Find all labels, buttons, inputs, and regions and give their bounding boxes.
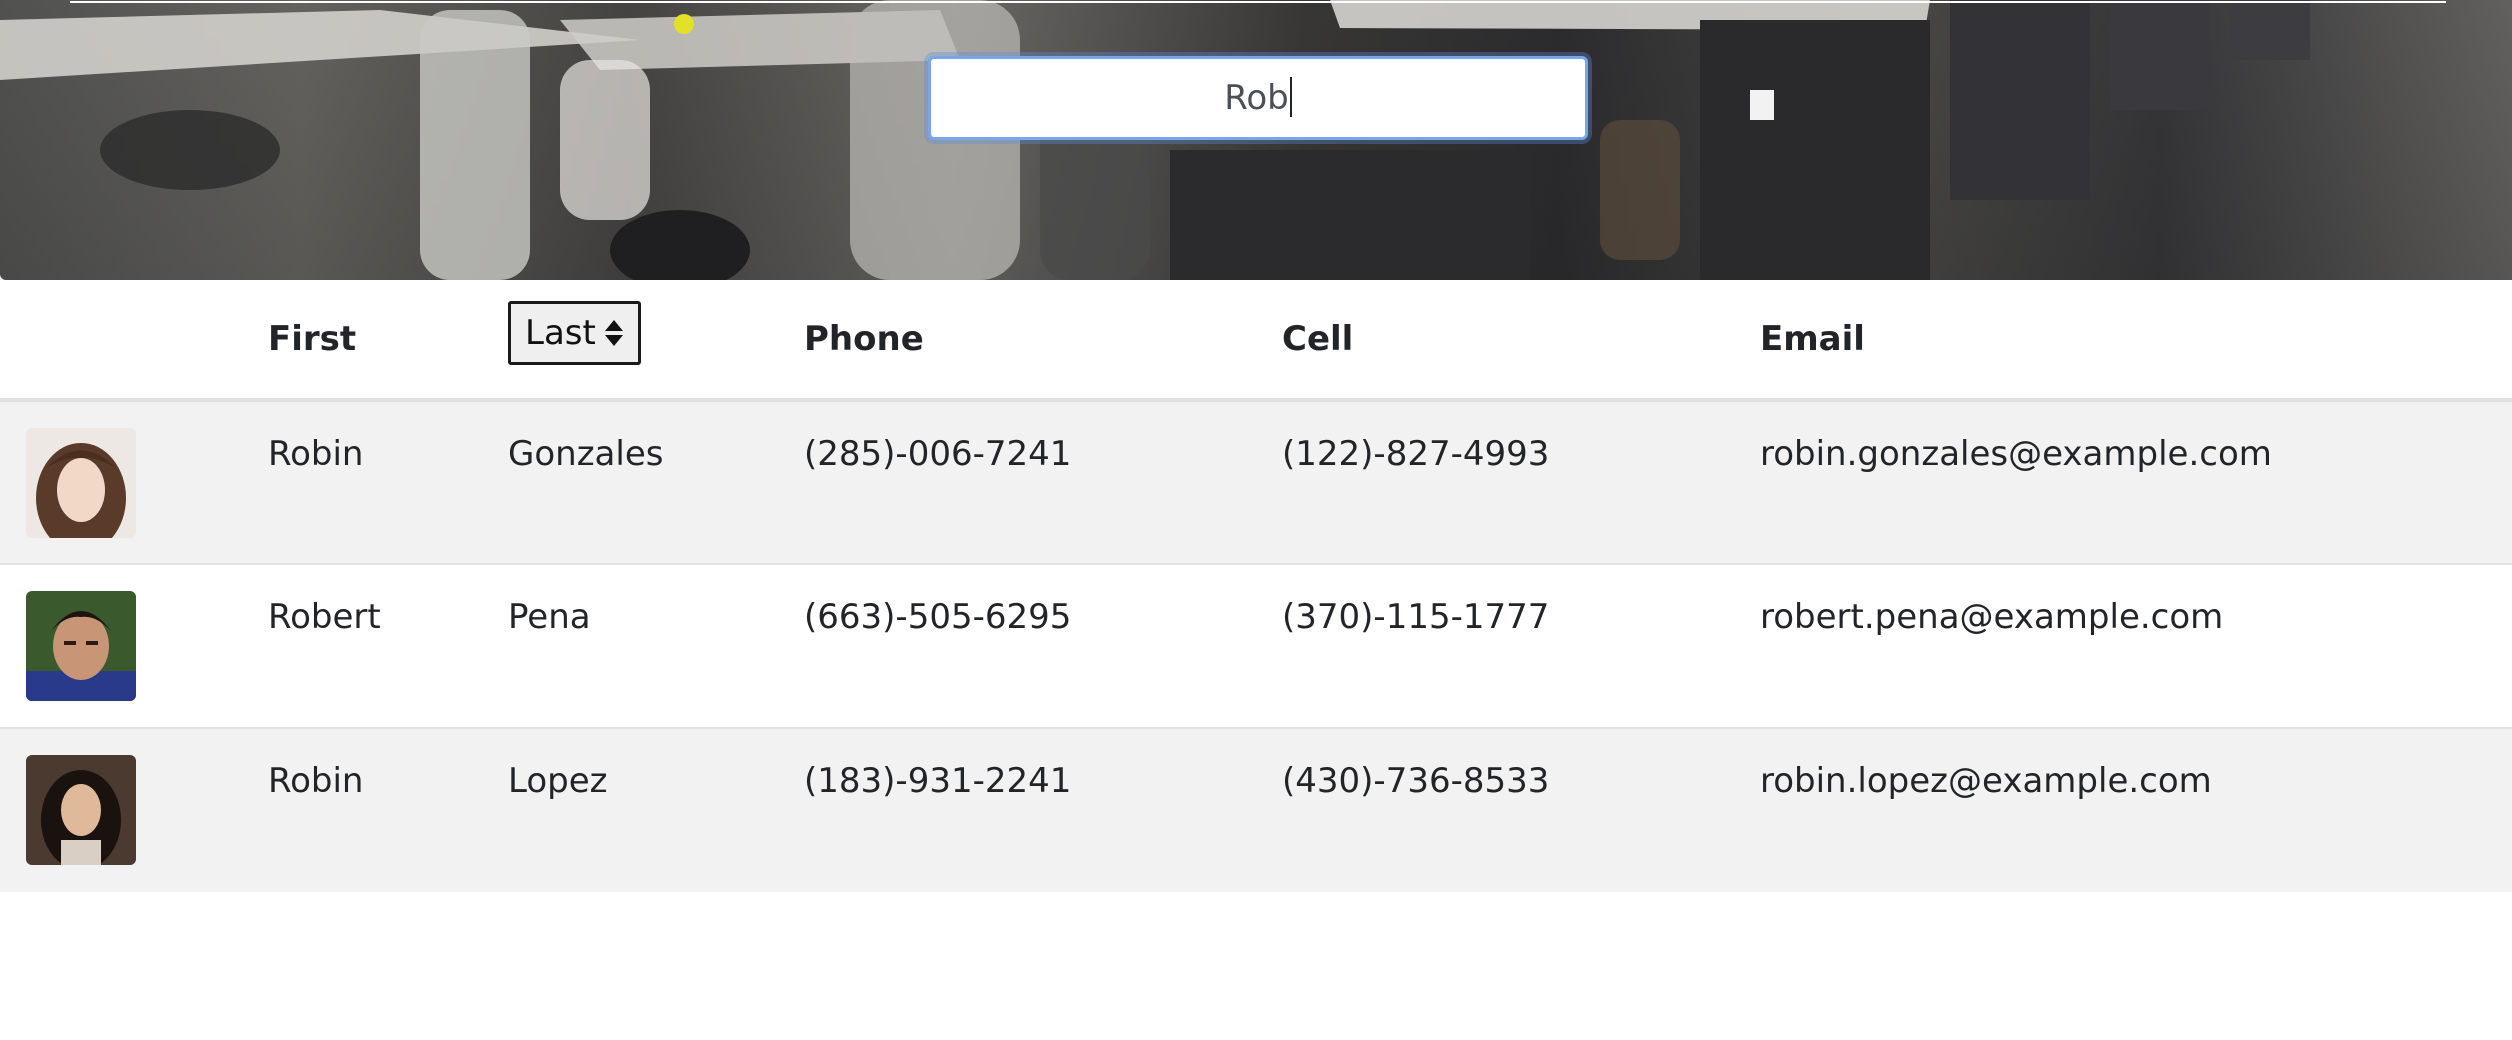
email-cell: robin.lopez@example.com: [1760, 727, 2512, 892]
table-header-row: First Last Phone Cell Email: [0, 280, 2512, 402]
last-name-cell: Gonzales: [508, 399, 804, 564]
last-name-cell: Lopez: [508, 727, 804, 892]
sort-last-button[interactable]: Last: [508, 301, 641, 365]
avatar: [26, 591, 136, 701]
first-name-cell: Robin: [268, 727, 508, 892]
cell-phone-cell: (122)-827-4993: [1282, 399, 1760, 564]
avatar: [26, 428, 136, 538]
office-background-image: [0, 0, 2446, 280]
header-phone: Phone: [804, 280, 1282, 402]
header-first: First: [268, 280, 508, 402]
phone-cell: (183)-931-2241: [804, 727, 1282, 892]
avatar-cell: [0, 399, 268, 564]
email-cell: robert.pena@example.com: [1760, 563, 2512, 728]
sort-last-label: Last: [525, 313, 596, 353]
cell-phone-cell: (430)-736-8533: [1282, 727, 1760, 892]
first-name-cell: Robin: [268, 399, 508, 564]
text-caret: [1289, 76, 1292, 117]
contacts-table: First Last Phone Cell Email Robin Gonzal…: [0, 280, 2512, 892]
last-name-cell: Pena: [508, 563, 804, 728]
search-input-value: Rob: [1224, 78, 1289, 118]
header-email: Email: [1760, 280, 2512, 402]
avatar-cell: [0, 563, 268, 728]
header-banner: Rob: [0, 0, 2512, 280]
header-avatar: [0, 280, 268, 402]
search-input[interactable]: Rob: [928, 56, 1588, 140]
header-last: Last: [508, 280, 804, 402]
table-row[interactable]: Robin Gonzales (285)-006-7241 (122)-827-…: [0, 399, 2512, 564]
avatar-cell: [0, 727, 268, 892]
header-cell: Cell: [1282, 280, 1760, 402]
phone-cell: (663)-505-6295: [804, 563, 1282, 728]
first-name-cell: Robert: [268, 563, 508, 728]
email-cell: robin.gonzales@example.com: [1760, 399, 2512, 564]
sort-up-down-icon: [604, 320, 623, 346]
table-row[interactable]: Robert Pena (663)-505-6295 (370)-115-177…: [0, 563, 2512, 728]
avatar: [26, 755, 136, 865]
table-row[interactable]: Robin Lopez (183)-931-2241 (430)-736-853…: [0, 727, 2512, 892]
cell-phone-cell: (370)-115-1777: [1282, 563, 1760, 728]
phone-cell: (285)-006-7241: [804, 399, 1282, 564]
